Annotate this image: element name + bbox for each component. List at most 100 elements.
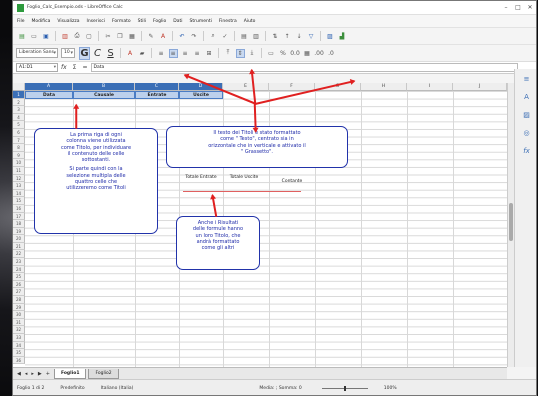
- contante-label[interactable]: Contante: [269, 179, 315, 185]
- insert-chart-icon[interactable]: ▟: [338, 32, 347, 41]
- zoom-level[interactable]: 100%: [384, 386, 397, 391]
- align-center-icon[interactable]: ≡: [168, 48, 178, 58]
- row-header[interactable]: 18: [13, 220, 25, 228]
- row-header[interactable]: 35: [13, 349, 25, 357]
- status-page-style[interactable]: Predefinito: [60, 386, 84, 391]
- minimize-icon[interactable]: –: [500, 4, 512, 11]
- save-icon[interactable]: ▣: [42, 32, 51, 41]
- zoom-slider-thumb[interactable]: [343, 386, 346, 391]
- menu-foglio[interactable]: Foglio: [153, 19, 166, 24]
- row-header[interactable]: 26: [13, 280, 25, 289]
- vertical-scrollbar[interactable]: [507, 83, 514, 367]
- sort-ascending-icon[interactable]: ↑: [283, 32, 292, 41]
- row-header[interactable]: 13: [13, 182, 25, 190]
- undo-icon[interactable]: ↶: [178, 32, 187, 41]
- clone-icon[interactable]: ✎: [147, 32, 156, 41]
- last-sheet-icon[interactable]: ▶: [38, 371, 42, 377]
- next-sheet-icon[interactable]: ▸: [31, 371, 34, 377]
- paste-icon[interactable]: ▦: [128, 32, 137, 41]
- row-header[interactable]: 4: [13, 113, 25, 122]
- percent-button[interactable]: %: [279, 49, 288, 58]
- row-header[interactable]: 9: [13, 151, 25, 160]
- sum-button[interactable]: Σ: [73, 64, 77, 71]
- row-header[interactable]: 29: [13, 303, 25, 312]
- font-size-combo[interactable]: 10: [61, 48, 75, 58]
- select-all-corner[interactable]: [13, 83, 25, 91]
- column-header[interactable]: H: [361, 83, 407, 91]
- cell-c1[interactable]: Entrate: [135, 91, 179, 99]
- menu-finestra[interactable]: Finestra: [219, 19, 237, 24]
- scrollbar-thumb[interactable]: [509, 203, 513, 241]
- column-icon[interactable]: ▥: [252, 32, 261, 41]
- align-bottom-icon[interactable]: ⤓: [248, 49, 257, 58]
- justify-icon[interactable]: ≡: [193, 49, 202, 58]
- column-header[interactable]: B: [73, 83, 135, 91]
- gallery-icon[interactable]: ▨: [522, 111, 532, 121]
- align-vcenter-icon[interactable]: ⇕: [235, 48, 245, 58]
- row-header[interactable]: 31: [13, 318, 25, 327]
- row-header[interactable]: 17: [13, 212, 25, 221]
- underline-button[interactable]: S: [105, 47, 116, 60]
- align-right-icon[interactable]: ≡: [181, 49, 190, 58]
- menu-dati[interactable]: Dati: [173, 19, 182, 24]
- total-entrate-label[interactable]: Totale Entrate: [183, 175, 219, 181]
- column-header[interactable]: E: [223, 83, 269, 91]
- merge-center-icon[interactable]: ⊞: [205, 49, 214, 58]
- row-icon[interactable]: ▤: [240, 32, 249, 41]
- menu-stili[interactable]: Stili: [138, 19, 146, 24]
- row-header[interactable]: 23: [13, 258, 25, 266]
- menu-visualizza[interactable]: Visualizza: [57, 19, 79, 24]
- row-header[interactable]: 34: [13, 341, 25, 350]
- first-sheet-icon[interactable]: ◀: [17, 371, 21, 377]
- prev-sheet-icon[interactable]: ◂: [25, 371, 28, 377]
- properties-icon[interactable]: ≡: [522, 75, 532, 85]
- row-header[interactable]: 33: [13, 334, 25, 342]
- copy-icon[interactable]: ❐: [116, 32, 125, 41]
- row-header[interactable]: 2: [13, 98, 25, 107]
- spellcheck-icon[interactable]: ✓: [221, 32, 230, 41]
- clear-format-icon[interactable]: A: [159, 32, 168, 41]
- styles-icon[interactable]: A: [522, 93, 532, 103]
- row-header[interactable]: 12: [13, 174, 25, 183]
- tab-foglio1[interactable]: Foglio1: [53, 368, 87, 379]
- redo-icon[interactable]: ↷: [190, 32, 199, 41]
- formula-equals-button[interactable]: =: [82, 64, 87, 71]
- sort-icon[interactable]: ⇅: [271, 32, 280, 41]
- row-header[interactable]: 1: [13, 91, 25, 99]
- column-header[interactable]: C: [135, 83, 179, 91]
- font-name-combo[interactable]: Liberation Sans: [16, 48, 58, 58]
- row-header[interactable]: 24: [13, 265, 25, 274]
- row-header[interactable]: 36: [13, 356, 25, 365]
- highlight-icon[interactable]: ▰: [138, 49, 147, 58]
- date-format-icon[interactable]: ▦: [303, 49, 312, 58]
- sort-descending-icon[interactable]: ↓: [295, 32, 304, 41]
- print-preview-icon[interactable]: ▢: [85, 32, 94, 41]
- print-icon[interactable]: ⎙: [73, 32, 82, 41]
- function-wizard-button[interactable]: fx: [61, 64, 67, 71]
- status-language[interactable]: Italiano (Italia): [101, 386, 134, 391]
- row-header[interactable]: 21: [13, 242, 25, 251]
- row-header[interactable]: 20: [13, 235, 25, 243]
- row-header[interactable]: 16: [13, 204, 25, 213]
- row-header[interactable]: 14: [13, 189, 25, 198]
- row-header[interactable]: 19: [13, 227, 25, 236]
- remove-decimal-button[interactable]: .0: [327, 49, 336, 58]
- menu-modifica[interactable]: Modifica: [32, 19, 51, 24]
- insert-image-icon[interactable]: ▨: [326, 32, 335, 41]
- tab-foglio2[interactable]: Foglio2: [88, 368, 119, 379]
- row-header[interactable]: 10: [13, 159, 25, 167]
- row-header[interactable]: 11: [13, 166, 25, 175]
- row-header[interactable]: 28: [13, 296, 25, 304]
- column-header[interactable]: A: [25, 83, 73, 91]
- menu-aiuto[interactable]: Aiuto: [244, 19, 256, 24]
- row-header[interactable]: 8: [13, 144, 25, 152]
- column-header[interactable]: J: [453, 83, 507, 91]
- row-header[interactable]: 25: [13, 273, 25, 281]
- cell-a1[interactable]: Data: [25, 91, 73, 99]
- export-pdf-icon[interactable]: ▥: [61, 32, 70, 41]
- total-uscite-label[interactable]: Totale Uscite: [225, 175, 263, 181]
- currency-icon[interactable]: ▭: [267, 49, 276, 58]
- status-sum[interactable]: Media: ; Somma: 0: [259, 386, 301, 391]
- zoom-slider[interactable]: [321, 386, 368, 391]
- row-header[interactable]: 6: [13, 128, 25, 137]
